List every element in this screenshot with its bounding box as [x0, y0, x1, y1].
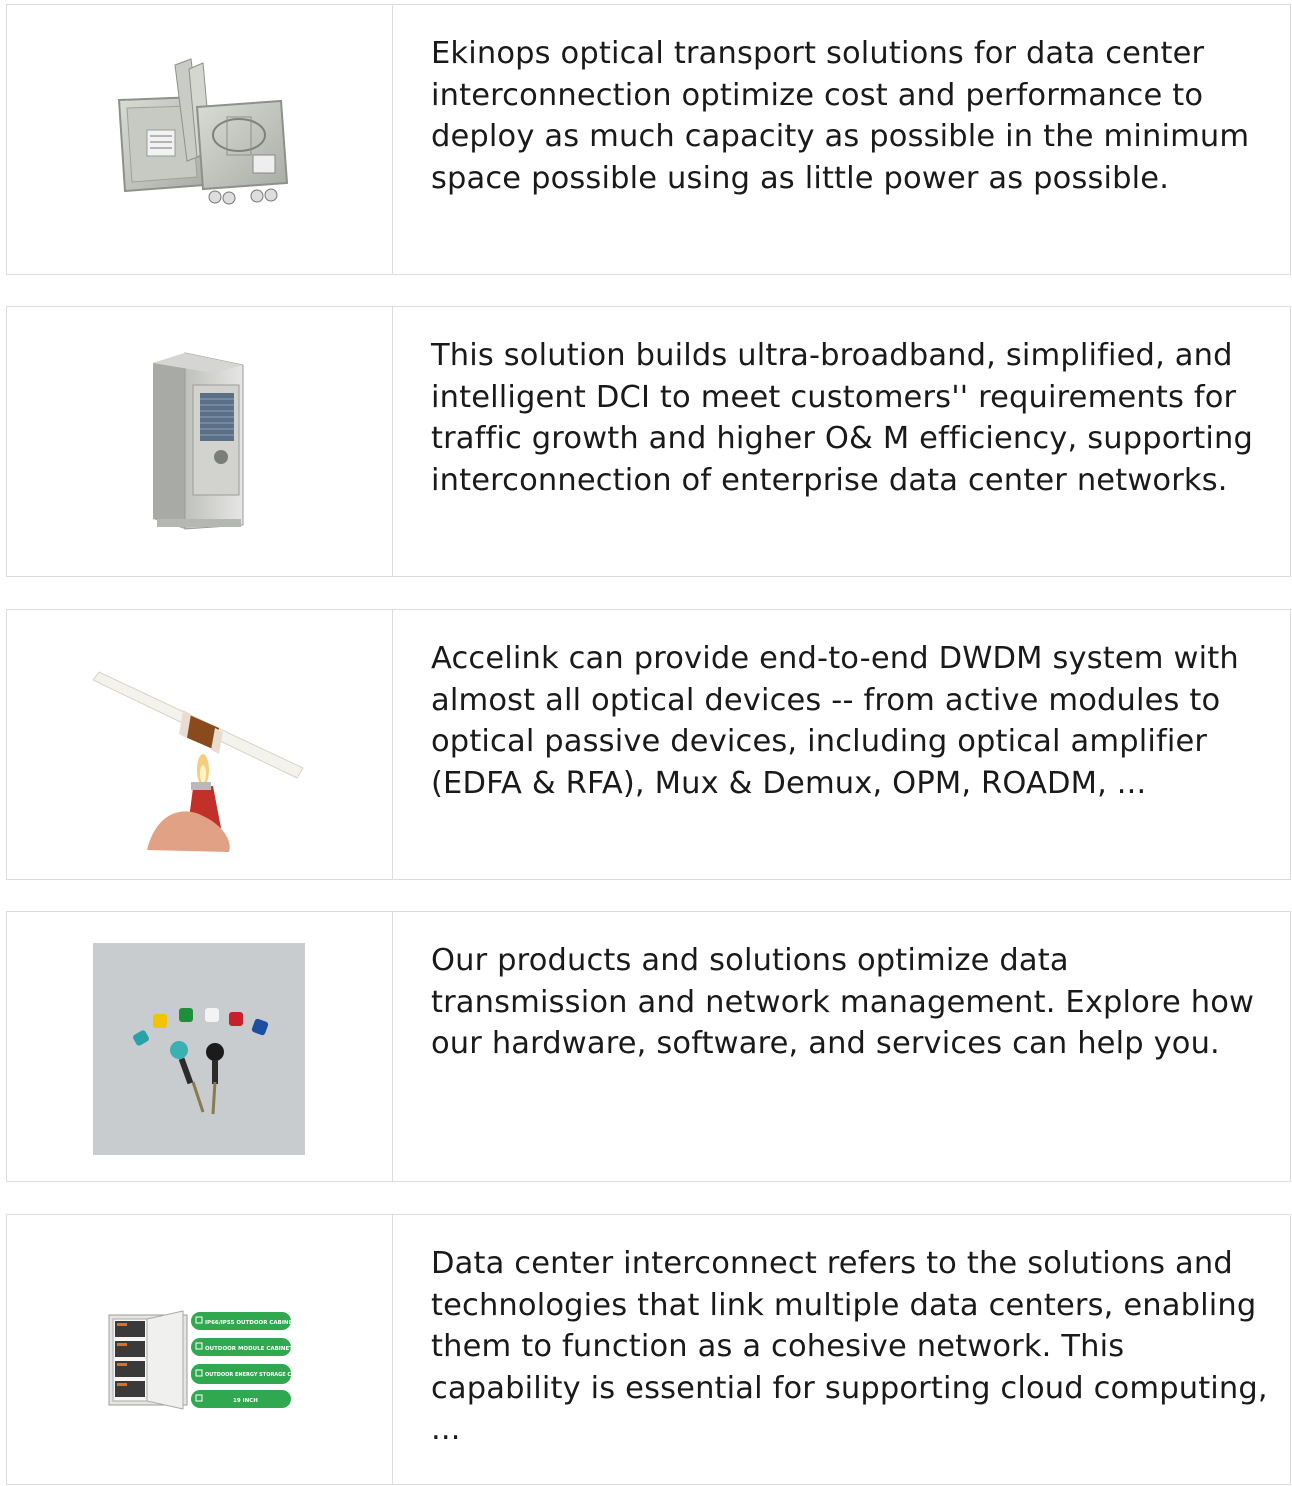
fiber-distribution-box-image — [117, 58, 289, 205]
result-card[interactable]: Ekinops optical transport solutions for … — [6, 4, 1291, 275]
outdoor-cabinet-image — [153, 352, 244, 530]
card-description: Ekinops optical transport solutions for … — [431, 36, 1250, 196]
badge-label: IP66/IP55 OUTDOOR CABINET — [205, 1320, 296, 1326]
card-thumbnail[interactable] — [7, 610, 393, 879]
card-description: This solution builds ultra-broadband, si… — [431, 338, 1253, 498]
result-card[interactable]: Accelink can provide end-to-end DWDM sys… — [6, 609, 1291, 880]
badge-label: OUTDOOR MODULE CABINET — [205, 1346, 293, 1352]
result-card[interactable]: IP66/IP55 OUTDOOR CABINET OUTDOOR MODULE… — [6, 1214, 1291, 1485]
badge-label: OUTDOOR ENERGY STORAGE CABINET — [205, 1372, 312, 1378]
card-description: Data center interconnect refers to the s… — [431, 1246, 1268, 1448]
battery-cabinet-image: IP66/IP55 OUTDOOR CABINET OUTDOOR MODULE… — [108, 1310, 312, 1410]
fiber-connector-caps-image — [93, 943, 305, 1155]
result-card[interactable]: This solution builds ultra-broadband, si… — [6, 306, 1291, 577]
card-description: Our products and solutions optimize data… — [431, 943, 1255, 1062]
card-thumbnail[interactable] — [7, 307, 393, 576]
badge-list: IP66/IP55 OUTDOOR CABINET OUTDOOR MODULE… — [191, 1312, 312, 1408]
card-description: Accelink can provide end-to-end DWDM sys… — [431, 641, 1239, 801]
result-card[interactable]: Our products and solutions optimize data… — [6, 911, 1291, 1182]
heat-shrink-tube-image — [92, 671, 304, 852]
badge-label: 19 INCH — [233, 1398, 258, 1404]
card-thumbnail[interactable] — [7, 5, 393, 274]
card-thumbnail[interactable]: IP66/IP55 OUTDOOR CABINET OUTDOOR MODULE… — [7, 1215, 393, 1484]
card-thumbnail[interactable] — [7, 912, 393, 1181]
